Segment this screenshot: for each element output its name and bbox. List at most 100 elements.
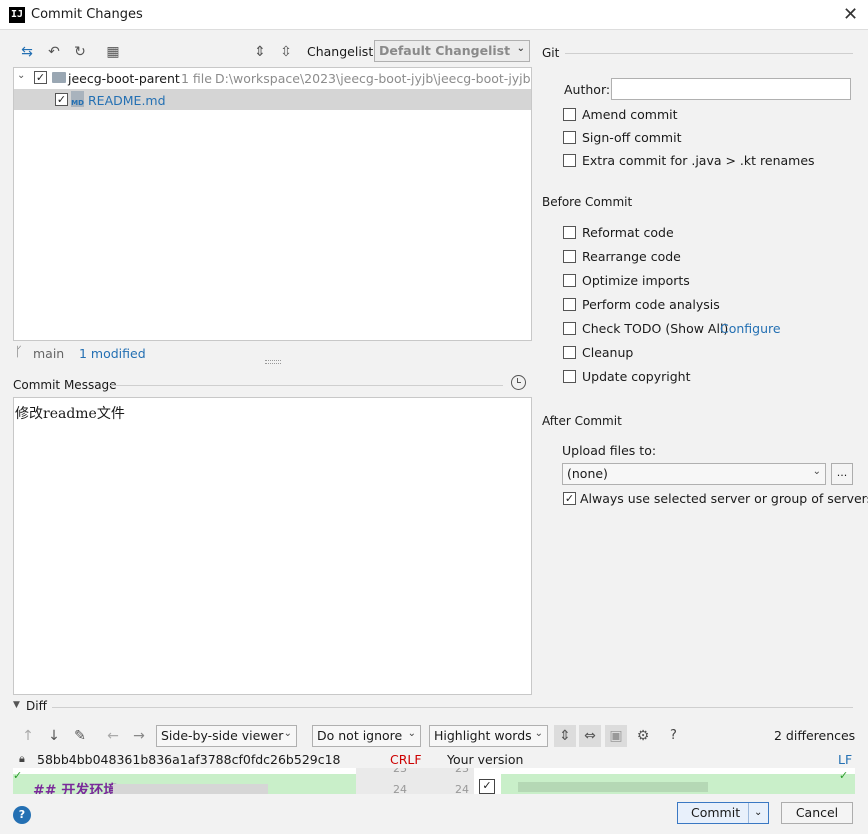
next-file-icon[interactable]: →: [130, 727, 148, 745]
author-label: Author:: [564, 82, 611, 97]
branch-icon: ᚴ: [15, 345, 23, 360]
commit-message-label: Commit Message: [13, 378, 117, 392]
cleanup-checkbox[interactable]: [563, 346, 576, 359]
configure-link[interactable]: Configure: [720, 321, 781, 336]
revision-hash: 58bb4bb048361b836a1af3788cf0fdc26b529c18: [37, 752, 341, 767]
rearrange-label: Rearrange code: [582, 249, 681, 264]
viewer-value: Side-by-side viewer: [161, 728, 284, 743]
next-difference-icon[interactable]: ↓: [45, 727, 63, 745]
commit-message-input[interactable]: 修改readme文件: [13, 397, 532, 695]
settings-gear-icon[interactable]: ⚙: [634, 727, 652, 745]
diff-divider: [52, 707, 853, 708]
author-input[interactable]: [611, 78, 851, 100]
file-checkbox[interactable]: ✓: [55, 93, 68, 106]
expand-chevron-icon[interactable]: ⌄: [17, 70, 25, 81]
left-line-separator: CRLF: [390, 752, 422, 767]
padlock-icon: 🔒︎: [19, 752, 25, 765]
tree-root-row[interactable]: ⌄ ✓ jeecg-boot-parent 1 file D:\workspac…: [14, 68, 531, 89]
tree-file-row[interactable]: ✓ MD README.md: [14, 89, 531, 110]
upload-select[interactable]: (none) ⌄: [562, 463, 826, 485]
chevron-down-icon: ⌄: [534, 728, 543, 739]
prev-difference-icon[interactable]: ↑: [19, 727, 37, 745]
reformat-checkbox[interactable]: [563, 226, 576, 239]
diff-collapse-icon[interactable]: ▼: [13, 700, 20, 710]
lock-icon[interactable]: ▣: [605, 725, 627, 747]
commit-split-divider: [748, 803, 749, 823]
file-name: README.md: [88, 93, 166, 108]
analysis-checkbox[interactable]: [563, 298, 576, 311]
root-file-count: 1 file: [181, 71, 212, 86]
edit-source-icon[interactable]: ✎: [71, 727, 89, 745]
branch-name: main: [33, 346, 65, 361]
collapse-all-icon[interactable]: ⇳: [277, 43, 295, 61]
rearrange-checkbox[interactable]: [563, 250, 576, 263]
optimize-label: Optimize imports: [582, 273, 690, 288]
reformat-label: Reformat code: [582, 225, 674, 240]
commit-button[interactable]: Commit ⌄: [677, 802, 769, 824]
modified-link[interactable]: 1 modified: [79, 346, 146, 361]
markdown-file-icon: MD: [71, 91, 84, 107]
todo-label: Check TODO (Show All): [582, 321, 729, 336]
help-button[interactable]: ?: [13, 806, 31, 824]
git-divider: [565, 53, 853, 54]
changelist-select[interactable]: Default Changelist ⌄: [374, 40, 530, 62]
title-bar: IJ Commit Changes ✕: [0, 0, 868, 30]
apply-check-icon[interactable]: ✓: [13, 769, 22, 782]
history-clock-icon[interactable]: [511, 375, 526, 390]
highlight-select[interactable]: Highlight words ⌄: [429, 725, 548, 747]
include-change-checkbox[interactable]: ✓: [479, 779, 495, 794]
optimize-checkbox[interactable]: [563, 274, 576, 287]
chevron-down-icon: ⌄: [812, 466, 821, 477]
extra-checkbox[interactable]: [563, 154, 576, 167]
root-checkbox[interactable]: ✓: [34, 71, 47, 84]
rollback-icon[interactable]: ↶: [45, 43, 63, 61]
chevron-down-icon: ⌄: [516, 43, 525, 54]
diff-help-icon[interactable]: ?: [670, 728, 677, 743]
analysis-label: Perform code analysis: [582, 297, 720, 312]
module-folder-icon: [52, 72, 66, 83]
signoff-label: Sign-off commit: [582, 130, 682, 145]
todo-checkbox[interactable]: [563, 322, 576, 335]
status-check-icon: ✓: [839, 769, 849, 782]
diff-content: ✓ ## 开发环境 23 24 23 24 ✓ ✓: [13, 768, 855, 794]
always-use-label: Always use selected server or group of s…: [580, 491, 868, 506]
commit-label: Commit: [691, 805, 741, 820]
right-line-separator: LF: [838, 752, 853, 767]
upload-value: (none): [567, 466, 608, 481]
after-commit-title: After Commit: [542, 414, 622, 428]
collapse-unchanged-icon[interactable]: ⇕: [554, 725, 576, 747]
prev-line-number-right: 23: [455, 768, 469, 775]
signoff-checkbox[interactable]: [563, 131, 576, 144]
right-redacted-block: [518, 782, 708, 792]
copyright-checkbox[interactable]: [563, 370, 576, 383]
amend-label: Amend commit: [582, 107, 678, 122]
expand-all-icon[interactable]: ⇕: [251, 43, 269, 61]
close-icon[interactable]: ✕: [843, 4, 858, 25]
show-diff-icon[interactable]: ⇆: [18, 43, 36, 61]
sync-scroll-icon[interactable]: ⇔: [579, 725, 601, 747]
browse-button[interactable]: ...: [831, 463, 853, 485]
refresh-icon[interactable]: ↻: [71, 43, 89, 61]
before-commit-title: Before Commit: [542, 195, 633, 209]
prev-file-icon[interactable]: ←: [104, 727, 122, 745]
cancel-button[interactable]: Cancel: [781, 802, 853, 824]
git-section-title: Git: [542, 46, 560, 60]
chevron-down-icon: ⌄: [407, 728, 416, 739]
left-line-number: 24: [393, 783, 407, 794]
diff-label: Diff: [26, 699, 47, 713]
right-line-number: 24: [455, 783, 469, 794]
always-use-checkbox[interactable]: ✓: [563, 492, 576, 505]
ignore-select[interactable]: Do not ignore ⌄: [312, 725, 421, 747]
chevron-down-icon: ⌄: [283, 728, 292, 739]
viewer-select[interactable]: Side-by-side viewer ⌄: [156, 725, 297, 747]
amend-checkbox[interactable]: [563, 108, 576, 121]
right-version-title: Your version: [447, 752, 524, 767]
differences-count: 2 differences: [774, 728, 856, 743]
highlight-value: Highlight words: [434, 728, 532, 743]
commit-dropdown-icon[interactable]: ⌄: [754, 803, 762, 823]
changes-tree: ⌄ ✓ jeecg-boot-parent 1 file D:\workspac…: [13, 67, 532, 341]
left-redacted-block: [113, 784, 268, 794]
group-by-icon[interactable]: ▦: [104, 43, 122, 61]
prev-line-number: 23: [393, 768, 407, 775]
splitter-handle[interactable]: [265, 360, 281, 364]
